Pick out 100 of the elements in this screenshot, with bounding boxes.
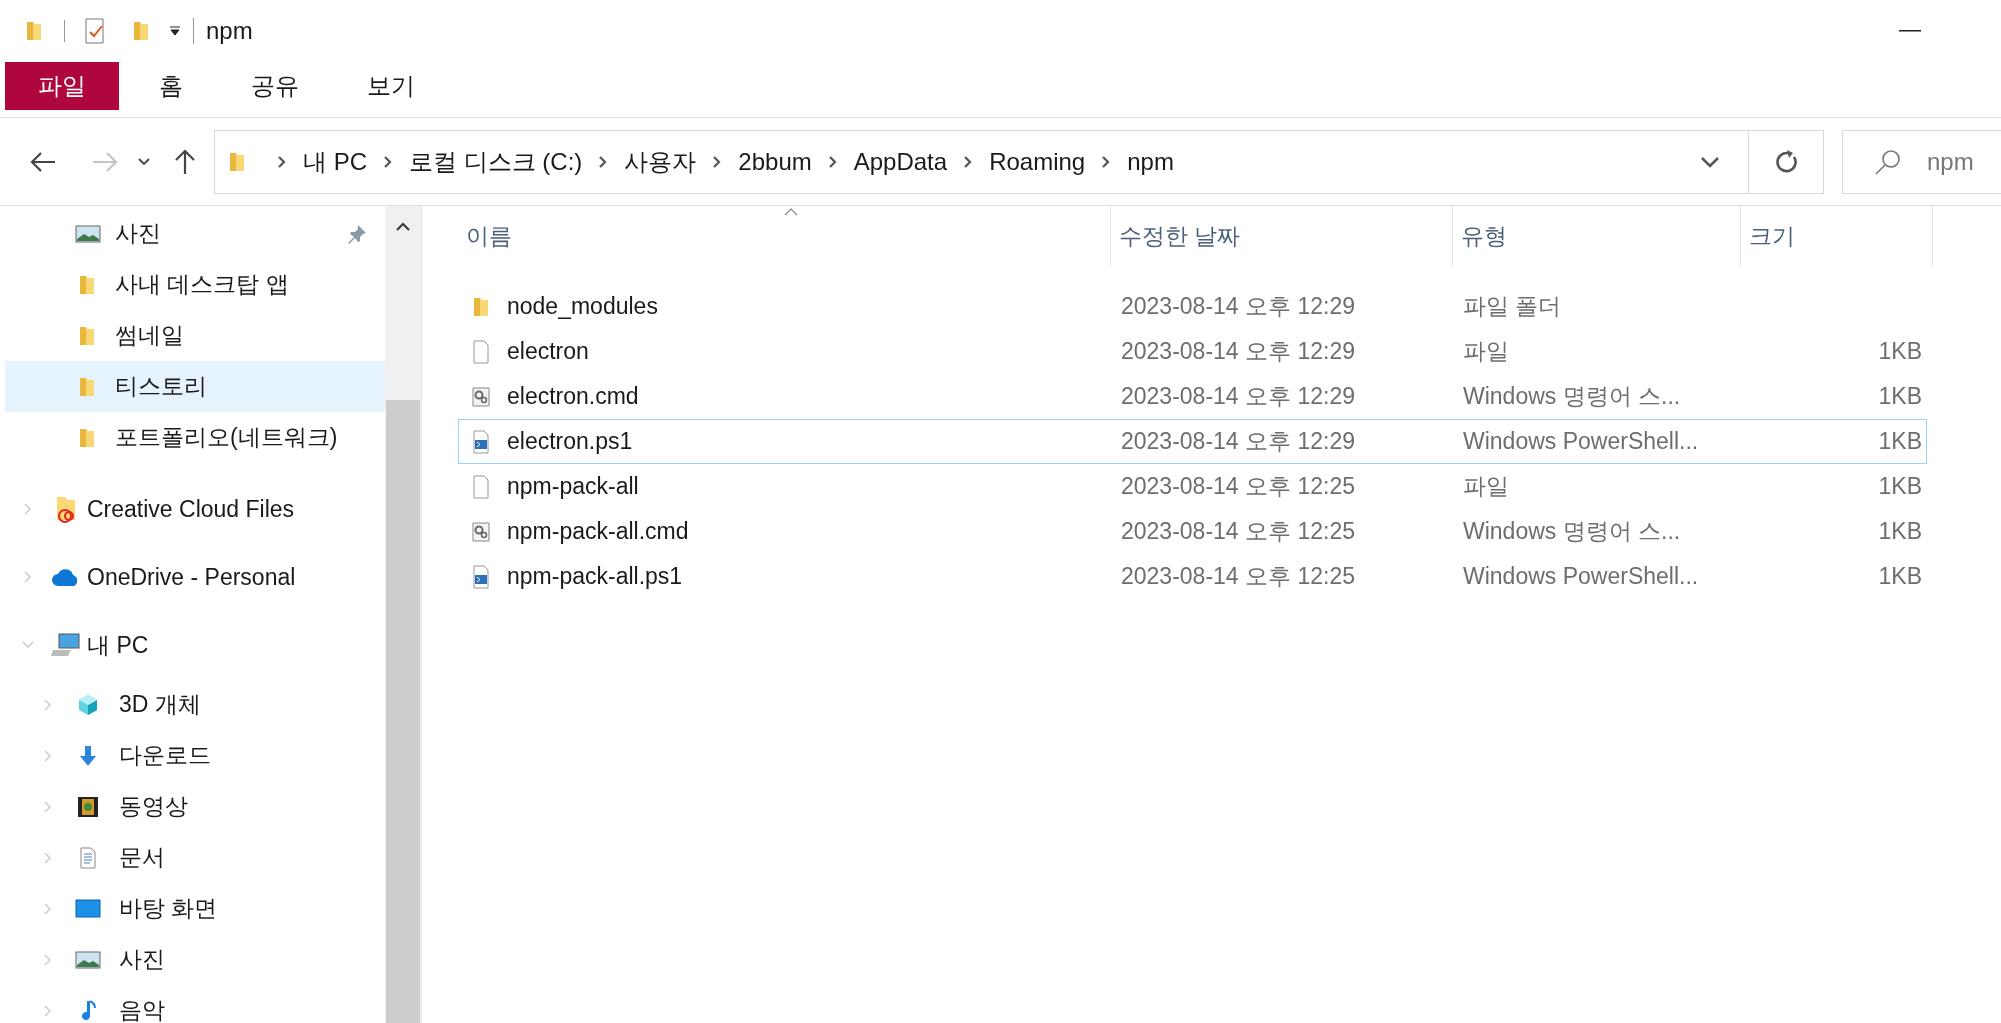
desktop-icon <box>75 896 101 921</box>
ribbon-tab[interactable]: 파일 <box>5 62 119 110</box>
modified-date: 2023-08-14 오후 12:29 <box>1120 427 1356 457</box>
sidebar-item[interactable]: 사진 <box>5 208 385 259</box>
file-name: node_modules <box>507 292 658 322</box>
film-icon <box>76 794 100 819</box>
chevron-right-icon[interactable] <box>383 154 393 169</box>
sidebar-item[interactable]: Creative Cloud Files <box>5 475 385 543</box>
sidebar-label: 동영상 <box>119 792 188 822</box>
column-header[interactable]: 수정한 날짜 <box>1111 206 1453 266</box>
sidebar-item[interactable]: 썸네일 <box>5 310 385 361</box>
breadcrumb-item[interactable]: 사용자 <box>622 143 699 180</box>
modified-date: 2023-08-14 오후 12:29 <box>1120 337 1356 367</box>
sidebar-label: 3D 개체 <box>119 690 201 720</box>
breadcrumb-item[interactable]: npm <box>1125 143 1176 180</box>
file-name: npm-pack-all.ps1 <box>507 562 683 592</box>
chevron-down-icon[interactable] <box>138 157 150 166</box>
file-type: 파일 <box>1462 337 1510 367</box>
dropdown-icon[interactable] <box>169 26 181 36</box>
sidebar-item[interactable]: OneDrive - Personal <box>5 543 385 611</box>
search-icon <box>1874 147 1902 176</box>
file-row[interactable]: npm-pack-all 2023-08-14 오후 12:25 파일 1KB <box>458 464 1927 509</box>
sidebar-item[interactable]: 포트폴리오(네트워크) <box>5 412 385 463</box>
sidebar-item[interactable]: 내 PC <box>5 611 385 679</box>
sidebar-item[interactable]: 다운로드 <box>5 730 385 781</box>
chevron-right-icon[interactable] <box>598 154 609 169</box>
sidebar-label: 사진 <box>119 945 165 975</box>
refresh-icon[interactable] <box>1773 148 1799 175</box>
file-row[interactable]: electron 2023-08-14 오후 12:29 파일 1KB <box>458 329 1927 374</box>
modified-date: 2023-08-14 오후 12:25 <box>1120 562 1356 592</box>
chevron-down-icon[interactable] <box>1700 155 1720 168</box>
ribbon-tab[interactable]: 공유 <box>221 62 329 110</box>
file-name: electron <box>507 337 589 367</box>
scrollbar[interactable] <box>385 206 421 1023</box>
file-name: electron.cmd <box>507 382 639 412</box>
computer-icon <box>51 632 81 658</box>
breadcrumb-item[interactable]: 2bbum <box>736 143 814 180</box>
search-field[interactable]: npm <box>1842 129 2001 194</box>
sidebar-label: Creative Cloud Files <box>87 494 295 524</box>
chevron-right-icon[interactable] <box>277 154 287 169</box>
sidebar-item[interactable]: 바탕 화면 <box>5 883 385 934</box>
sidebar-label: 티스토리 <box>115 372 207 402</box>
sidebar-label: OneDrive - Personal <box>87 562 296 592</box>
address-bar[interactable]: 내 PC 로컬 디스크 (C:) 사용자 2bbum AppData Roaming npm <box>214 129 1824 194</box>
sidebar-label: 다운로드 <box>119 741 211 771</box>
column-header[interactable]: 이름 <box>458 206 1111 266</box>
sidebar-item[interactable]: 동영상 <box>5 781 385 832</box>
file-row[interactable]: node_modules 2023-08-14 오후 12:29 파일 폴더 <box>458 284 1927 329</box>
breadcrumb-item[interactable]: 내 PC <box>301 143 369 180</box>
file-type: Windows 명령어 스... <box>1462 382 1682 412</box>
sidebar-item[interactable]: 사진 <box>5 934 385 985</box>
chevron-right-icon[interactable] <box>712 154 723 169</box>
scroll-up-icon[interactable] <box>395 222 411 232</box>
chevron-right-icon[interactable] <box>1101 154 1112 169</box>
scrollbar-thumb[interactable] <box>386 400 420 1023</box>
file-type: Windows PowerShell... <box>1462 562 1700 592</box>
up-arrow-icon[interactable] <box>174 148 196 175</box>
sidebar-label: 내 PC <box>87 630 149 660</box>
column-header[interactable]: 유형 <box>1453 206 1741 266</box>
file-row[interactable]: electron.cmd 2023-08-14 오후 12:29 Windows 명령어 스... 1KB <box>458 374 1927 419</box>
sidebar-label: 음악 <box>119 996 165 1023</box>
breadcrumb-item[interactable]: Roaming <box>987 143 1088 180</box>
sidebar-label: 바탕 화면 <box>119 894 218 924</box>
sidebar-label: 포트폴리오(네트워크) <box>115 423 338 453</box>
minimize-icon[interactable] <box>1899 29 1921 33</box>
modified-date: 2023-08-14 오후 12:25 <box>1120 517 1356 547</box>
sidebar-label: 썸네일 <box>115 321 184 351</box>
file-size: 1KB <box>1878 562 1922 592</box>
chevron-right-icon[interactable] <box>827 154 838 169</box>
sidebar-label: 사내 데스크탑 앱 <box>115 270 289 300</box>
file-name: npm-pack-all <box>507 472 639 502</box>
file-type: 파일 폴더 <box>1462 292 1563 322</box>
gear-file-icon <box>469 384 493 409</box>
file-size: 1KB <box>1878 517 1922 547</box>
file-type: Windows PowerShell... <box>1462 427 1700 457</box>
file-row[interactable]: npm-pack-all.cmd 2023-08-14 오후 12:25 Windows 명령어 스... 1KB <box>458 509 1927 554</box>
sidebar-item[interactable]: 티스토리 <box>5 361 385 412</box>
breadcrumb-item[interactable]: AppData <box>851 143 950 180</box>
back-arrow-icon[interactable] <box>30 150 56 173</box>
modified-date: 2023-08-14 오후 12:25 <box>1120 472 1356 502</box>
file-row[interactable]: electron.ps1 2023-08-14 오후 12:29 Windows PowerShell... 1KB <box>458 419 1927 464</box>
file-size: 1KB <box>1878 472 1922 502</box>
cube-icon <box>76 692 100 717</box>
sidebar-item[interactable]: 3D 개체 <box>5 679 385 730</box>
sidebar-item[interactable]: 사내 데스크탑 앱 <box>5 259 385 310</box>
sidebar-item[interactable]: 음악 <box>5 985 385 1023</box>
modified-date: 2023-08-14 오후 12:29 <box>1120 292 1356 322</box>
ribbon-tab[interactable]: 홈 <box>129 62 213 110</box>
pin-icon[interactable] <box>347 223 367 244</box>
window-title: npm <box>206 16 253 46</box>
file-size: 1KB <box>1878 382 1922 412</box>
file-row[interactable]: npm-pack-all.ps1 2023-08-14 오후 12:25 Windows PowerShell... 1KB <box>458 554 1927 599</box>
column-header[interactable]: 크기 <box>1741 206 1933 266</box>
sidebar-item[interactable]: 문서 <box>5 832 385 883</box>
chevron-right-icon[interactable] <box>963 154 974 169</box>
ribbon-tab[interactable]: 보기 <box>337 62 445 110</box>
sidebar-label: 문서 <box>119 843 165 873</box>
breadcrumb-item[interactable]: 로컬 디스크 (C:) <box>407 143 585 180</box>
file-name: npm-pack-all.cmd <box>507 517 689 547</box>
file-name: electron.ps1 <box>507 427 633 457</box>
